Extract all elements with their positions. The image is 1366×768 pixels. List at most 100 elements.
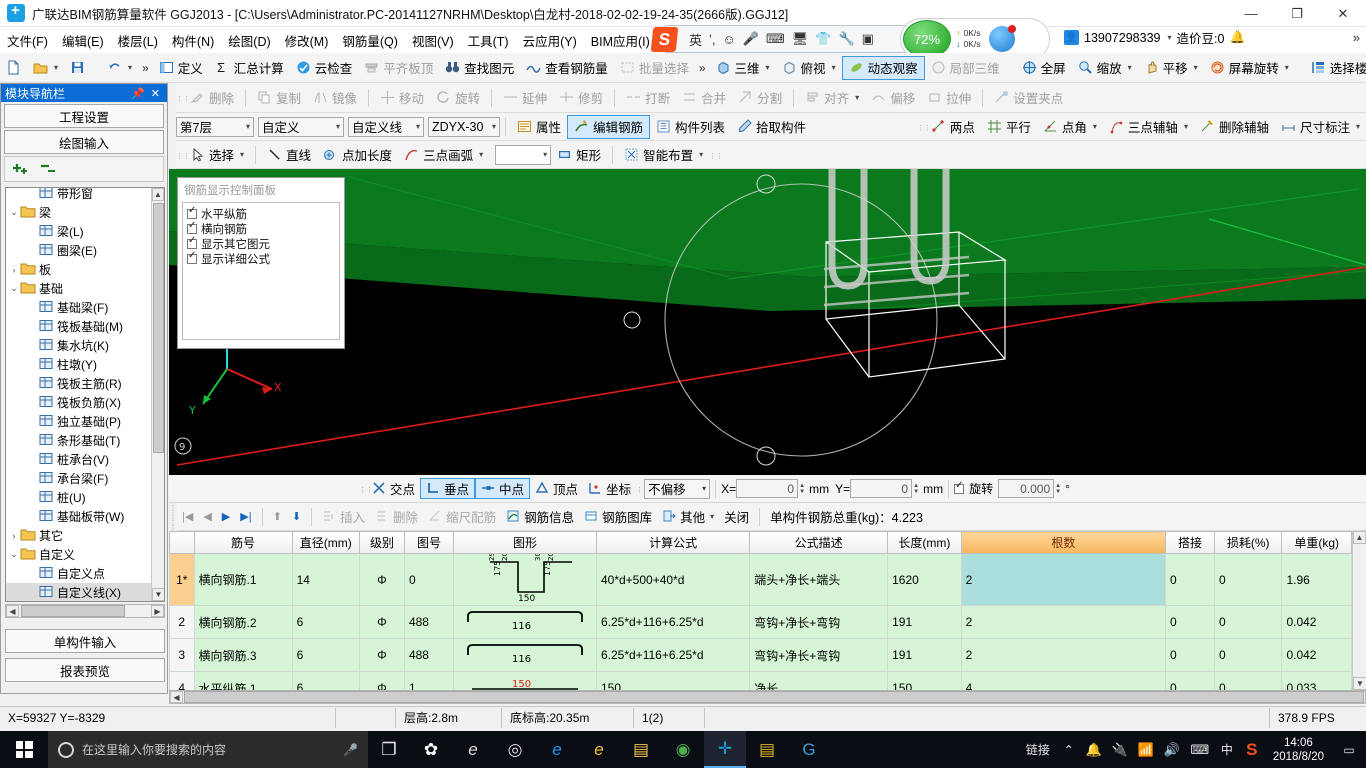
coins-label[interactable]: 造价豆:0 — [1177, 28, 1225, 47]
cell-grade[interactable]: Φ — [359, 605, 405, 639]
component-subtype-select[interactable]: 自定义线 ▾ — [348, 116, 424, 137]
move-up-icon[interactable]: ⬆ — [268, 510, 287, 523]
volume-icon[interactable]: 🔊 — [1159, 731, 1185, 768]
tree-item[interactable]: 自定义线(X) — [6, 583, 164, 601]
bell-icon[interactable]: 🔔 — [1081, 731, 1107, 768]
cell-name[interactable]: 横向钢筋.3 — [193, 638, 293, 672]
cell-drawing_no[interactable]: 488 — [403, 638, 454, 672]
orbit-button[interactable]: 动态观察 — [841, 55, 925, 80]
close-button[interactable]: ✕ — [1320, 0, 1366, 27]
axis-toolbar-grip[interactable]: ⋮⋮ — [917, 123, 931, 132]
point-angle-dropdown-icon[interactable]: ▾ — [1093, 122, 1097, 131]
line-tool-button[interactable]: 直线 — [261, 143, 317, 167]
h-scroll-thumb[interactable] — [21, 605, 125, 617]
tree-expand-arrow-icon[interactable]: ⌄ — [8, 549, 20, 560]
cell-count[interactable]: 2 — [960, 605, 1166, 639]
table-row[interactable]: 4 水平纵筋.1 6 Φ 1 150 150 净长 150 4 0 0 0.033 — [169, 671, 1352, 690]
checkbox-transverse-rebar[interactable] — [187, 220, 197, 234]
name-select-chevron-down-icon[interactable]: ▾ — [492, 122, 496, 131]
column-header-unit_weight[interactable]: 单重(kg) — [1281, 531, 1352, 554]
y-input[interactable]: 0 — [850, 479, 913, 498]
cell-diameter[interactable]: 6 — [291, 671, 361, 690]
sogou-logo-icon[interactable]: S — [650, 27, 679, 52]
snap-coordinate-button[interactable]: 坐标 — [583, 478, 636, 499]
cell-idx[interactable]: 2 — [169, 605, 195, 639]
select-tool-button[interactable]: 选择 ▾ — [184, 143, 250, 167]
cell-shape-diagram[interactable]: 175 175 29 30 201 201 150 — [452, 548, 597, 606]
cell-shape-diagram[interactable]: 150 — [452, 671, 597, 690]
drawing-input-button[interactable]: 绘图输入 — [4, 130, 164, 154]
table-row[interactable]: 3 横向钢筋.3 6 Φ 488 116 6.25*d+116+6.25*d 弯钩+净长+弯钩… — [169, 638, 1352, 672]
select-tool-dropdown-icon[interactable]: ▾ — [240, 150, 244, 159]
menu-item-rebar-qty[interactable]: 钢筋量(Q) — [335, 29, 405, 52]
cell-formula[interactable]: 150 — [595, 671, 751, 690]
type-select-chevron-down-icon[interactable]: ▾ — [336, 122, 340, 131]
first-record-icon[interactable]: |◀ — [177, 510, 198, 523]
view-rebar-qty-button[interactable]: 查看钢筋量 — [520, 56, 614, 80]
menu-item-tools[interactable]: 工具(T) — [461, 29, 516, 52]
cell-formula[interactable]: 6.25*d+116+6.25*d — [595, 638, 751, 672]
app-g-icon[interactable]: G — [788, 731, 830, 768]
start-button[interactable] — [0, 731, 48, 768]
scroll-left-button[interactable]: ◀ — [6, 605, 19, 617]
tree-expand-arrow-icon[interactable]: › — [8, 265, 20, 275]
undo-dropdown-icon[interactable]: ▾ — [128, 63, 132, 72]
option-horizontal-longitudinal[interactable]: 水平纵筋 — [187, 205, 335, 221]
cell-drawing_no[interactable]: 1 — [403, 671, 454, 690]
draw-toolbar-grip[interactable]: ⋮⋮ — [176, 151, 190, 160]
table-row[interactable]: 1* 横向钢筋.1 14 Φ 0 175 175 29 30 201 201 150 40*d+500+… — [169, 548, 1352, 606]
tree-item[interactable]: 基础板带(W) — [6, 507, 164, 526]
column-header-grade[interactable]: 级别 — [359, 531, 405, 554]
translate-icon[interactable]: 🖥 — [792, 31, 809, 47]
grid-h-thumb[interactable] — [184, 691, 1364, 703]
pan-button[interactable]: 平移 ▾ — [1138, 56, 1204, 80]
collapse-all-icon[interactable] — [39, 161, 59, 178]
cell-count[interactable]: 4 — [960, 671, 1166, 690]
cell-drawing_no[interactable]: 0 — [403, 553, 454, 606]
save-button[interactable] — [64, 56, 91, 80]
other-button[interactable]: 其他 ▾ — [657, 505, 719, 528]
properties-button[interactable]: 属性 — [511, 115, 567, 139]
tree-expand-arrow-icon[interactable]: ⌄ — [8, 207, 20, 218]
microphone-icon[interactable]: 🎤 — [343, 743, 358, 757]
floor-select[interactable]: 第7层 ▾ — [176, 116, 254, 137]
zoom-button[interactable]: 缩放 ▾ — [1072, 56, 1138, 80]
menu-item-cloud-app[interactable]: 云应用(Y) — [516, 29, 584, 52]
expand-all-icon[interactable] — [11, 161, 31, 178]
tree-item[interactable]: 独立基础(P) — [6, 412, 164, 431]
snap-toolbar-grip[interactable]: ⋮⋮ — [359, 485, 373, 494]
column-header-formula[interactable]: 计算公式 — [595, 531, 751, 554]
cell-lap[interactable]: 0 — [1164, 605, 1216, 639]
parallel-axis-button[interactable]: 平行 — [981, 115, 1037, 139]
tree-item[interactable]: 圈梁(E) — [6, 241, 164, 260]
column-header-lap[interactable]: 搭接 — [1164, 531, 1216, 554]
app-edge-blue-icon[interactable]: e — [536, 731, 578, 768]
rebar-info-button[interactable]: 钢筋信息 — [501, 505, 579, 528]
cell-count[interactable]: 2 — [960, 553, 1166, 606]
pin-icon[interactable]: 📌 — [128, 87, 148, 100]
tree-item[interactable]: ⌄ 基础 — [6, 279, 164, 298]
cell-length[interactable]: 191 — [887, 605, 962, 639]
cell-unit_weight[interactable]: 1.96 — [1281, 553, 1352, 606]
option-show-detailed-formula[interactable]: 显示详细公式 — [187, 250, 335, 266]
component-type-select[interactable]: 自定义 ▾ — [258, 116, 344, 137]
point-angle-axis-button[interactable]: 点角 ▾ — [1037, 115, 1103, 139]
rebar-library-button[interactable]: 钢筋图库 — [579, 505, 657, 528]
cell-formula_desc[interactable]: 弯钩+净长+弯钩 — [749, 638, 889, 672]
box-icon[interactable]: ▣ — [862, 31, 874, 47]
voice-icon[interactable]: 🎤 — [743, 31, 759, 47]
ime-cn-icon[interactable]: 中 — [1215, 731, 1239, 768]
x-spinner[interactable]: ▲ ▼ — [799, 483, 809, 495]
cell-diameter[interactable]: 6 — [291, 605, 361, 639]
three-d-dropdown-icon[interactable]: ▾ — [766, 63, 770, 72]
wifi-icon[interactable]: 📶 — [1133, 731, 1159, 768]
cell-formula_desc[interactable]: 净长 — [749, 671, 889, 690]
rotate-checkbox[interactable] — [954, 480, 965, 494]
keyboard-icon[interactable]: ⌨ — [766, 31, 785, 47]
column-header-diameter[interactable]: 直径(mm) — [291, 531, 361, 554]
column-header-formula_desc[interactable]: 公式描述 — [749, 531, 889, 554]
scroll-right-button[interactable]: ▶ — [151, 605, 164, 617]
menu-item-floor[interactable]: 楼层(L) — [111, 29, 165, 52]
column-header-name[interactable]: 筋号 — [193, 531, 293, 554]
skin-icon[interactable]: 👕 — [815, 31, 831, 47]
